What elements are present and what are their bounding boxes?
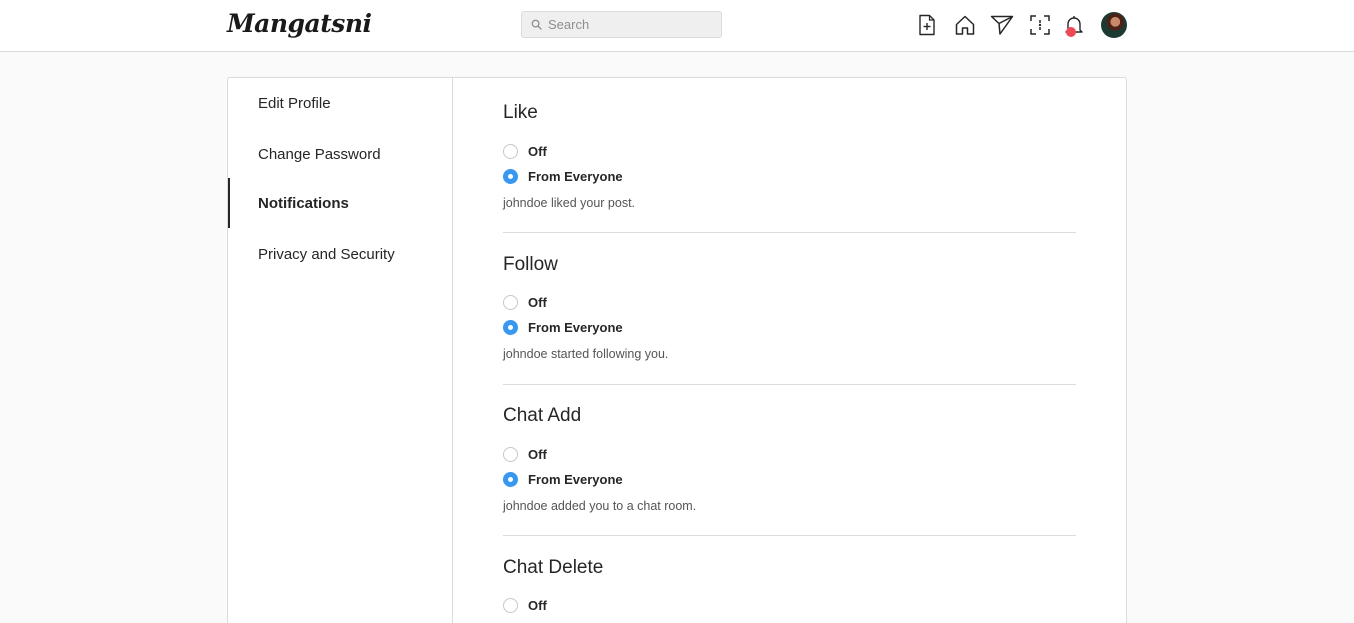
section-title: Chat Add [503,405,582,426]
section-title: Follow [503,254,558,275]
new-post-icon[interactable] [914,12,940,38]
settings-sidebar: Edit Profile Change Password Notificatio… [228,78,453,623]
radio-button-checked[interactable] [503,169,518,184]
settings-card: Edit Profile Change Password Notificatio… [227,77,1127,623]
search-input[interactable] [548,17,718,32]
option-label: Off [528,295,547,310]
example-text: johndoe liked your post. [503,196,636,210]
option-from-everyone[interactable]: From Everyone [503,169,623,184]
section-divider [503,384,1076,385]
option-label: From Everyone [528,320,623,335]
example-text: johndoe added you to a chat room. [503,499,697,513]
option-from-everyone[interactable]: From Everyone [503,472,623,487]
sidebar-item-notifications[interactable]: Notifications [228,178,452,228]
option-off[interactable]: Off [503,598,547,613]
radio-button[interactable] [503,144,518,159]
radio-button-checked[interactable] [503,472,518,487]
section-divider [503,232,1076,233]
search-box[interactable] [521,11,722,38]
option-label: From Everyone [528,169,623,184]
sidebar-item-privacy-security[interactable]: Privacy and Security [228,229,452,279]
radio-button-checked[interactable] [503,320,518,335]
section-title: Like [503,102,538,123]
top-navigation-bar: Mangatsni [0,0,1354,52]
sidebar-item-edit-profile[interactable]: Edit Profile [228,78,452,128]
sidebar-item-change-password[interactable]: Change Password [228,129,452,179]
option-off[interactable]: Off [503,447,547,462]
explore-icon[interactable] [1027,12,1053,38]
search-icon [531,19,543,31]
option-label: Off [528,598,547,613]
radio-button[interactable] [503,447,518,462]
option-label: Off [528,447,547,462]
option-label: From Everyone [528,472,623,487]
section-title: Chat Delete [503,557,604,578]
option-off[interactable]: Off [503,295,547,310]
example-text: johndoe started following you. [503,347,669,361]
app-logo[interactable]: Mangatsni [227,9,372,38]
option-from-everyone[interactable]: From Everyone [503,320,623,335]
notification-badge [1066,27,1076,37]
radio-button[interactable] [503,295,518,310]
section-divider [503,535,1076,536]
direct-icon[interactable] [989,12,1015,38]
home-icon[interactable] [952,12,978,38]
option-off[interactable]: Off [503,144,547,159]
option-label: Off [528,144,547,159]
radio-button[interactable] [503,598,518,613]
avatar[interactable] [1101,12,1127,38]
